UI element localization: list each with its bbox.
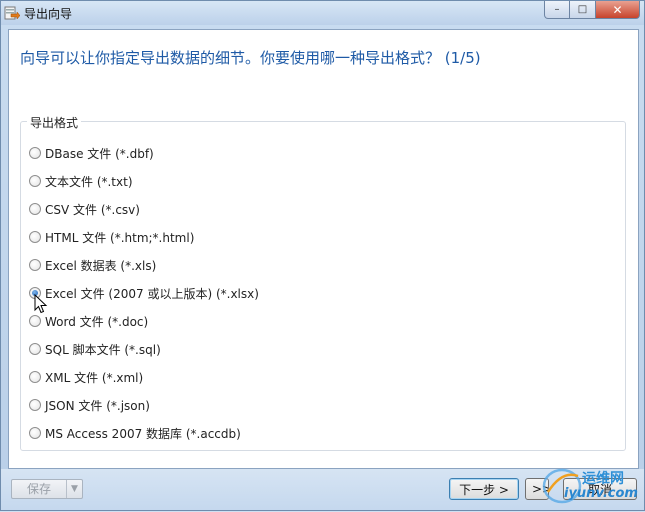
- title-bar[interactable]: 导出向导 – □ ✕: [1, 1, 644, 25]
- format-option[interactable]: 文本文件 (*.txt): [29, 167, 259, 195]
- radio-button[interactable]: [29, 427, 41, 439]
- format-option[interactable]: DBase 文件 (*.dbf): [29, 139, 259, 167]
- format-option-label: Excel 文件 (2007 或以上版本) (*.xlsx): [45, 286, 259, 301]
- format-option-label: Excel 数据表 (*.xls): [45, 258, 157, 273]
- export-wizard-window: 导出向导 – □ ✕ 向导可以让你指定导出数据的细节。你要使用哪一种导出格式？ …: [0, 0, 645, 511]
- format-option-label: CSV 文件 (*.csv): [45, 202, 140, 217]
- wizard-content: 向导可以让你指定导出数据的细节。你要使用哪一种导出格式？ (1/5) 导出格式 …: [8, 29, 639, 469]
- format-option[interactable]: JSON 文件 (*.json): [29, 391, 259, 419]
- chevron-down-icon[interactable]: ▼: [67, 484, 82, 494]
- format-option-label: MS Access 2007 数据库 (*.accdb): [45, 426, 241, 441]
- radio-button[interactable]: [29, 259, 41, 271]
- format-option-label: XML 文件 (*.xml): [45, 370, 144, 385]
- radio-button[interactable]: [29, 371, 41, 383]
- format-option[interactable]: SQL 脚本文件 (*.sql): [29, 335, 259, 363]
- next-button[interactable]: 下一步 >: [449, 478, 519, 500]
- radio-button[interactable]: [29, 147, 41, 159]
- mouse-cursor-icon: [34, 294, 48, 314]
- maximize-icon: □: [577, 4, 588, 15]
- radio-button[interactable]: [29, 343, 41, 355]
- format-option-label: JSON 文件 (*.json): [45, 398, 150, 413]
- save-button-label: 保存: [12, 480, 67, 498]
- format-option-label: 文本文件 (*.txt): [45, 174, 133, 189]
- format-option[interactable]: HTML 文件 (*.htm;*.html): [29, 223, 259, 251]
- minimize-icon: –: [554, 4, 560, 15]
- wizard-heading: 向导可以让你指定导出数据的细节。你要使用哪一种导出格式？ (1/5): [20, 49, 481, 67]
- format-option[interactable]: Excel 数据表 (*.xls): [29, 251, 259, 279]
- radio-button[interactable]: [29, 175, 41, 187]
- watermark-text-cn: 运维网: [582, 471, 624, 487]
- format-option-label: HTML 文件 (*.htm;*.html): [45, 230, 195, 245]
- caption-buttons: – □ ✕: [544, 1, 640, 21]
- window-title: 导出向导: [24, 7, 73, 21]
- watermark: 运维网 iyunv.com: [538, 460, 645, 512]
- close-icon: ✕: [612, 2, 623, 17]
- minimize-button[interactable]: –: [544, 1, 570, 19]
- export-wizard-icon: [4, 6, 20, 20]
- format-option[interactable]: Word 文件 (*.doc): [29, 307, 259, 335]
- export-format-group: 导出格式 DBase 文件 (*.dbf) 文本文件 (*.txt) CSV 文件 …: [20, 114, 626, 451]
- close-button[interactable]: ✕: [596, 1, 640, 19]
- radio-button[interactable]: [29, 315, 41, 327]
- radio-button[interactable]: [29, 231, 41, 243]
- radio-button[interactable]: [29, 203, 41, 215]
- maximize-button[interactable]: □: [570, 1, 596, 19]
- save-button[interactable]: 保存 ▼: [11, 479, 83, 499]
- format-option[interactable]: CSV 文件 (*.csv): [29, 195, 259, 223]
- format-option-label: SQL 脚本文件 (*.sql): [45, 342, 161, 357]
- format-option[interactable]: XML 文件 (*.xml): [29, 363, 259, 391]
- format-option[interactable]: Excel 文件 (2007 或以上版本) (*.xlsx): [29, 279, 259, 307]
- watermark-text-en: iyunv.com: [564, 486, 638, 501]
- format-option-label: Word 文件 (*.doc): [45, 314, 149, 329]
- format-options: DBase 文件 (*.dbf) 文本文件 (*.txt) CSV 文件 (*.cs…: [29, 139, 259, 447]
- format-option-label: DBase 文件 (*.dbf): [45, 146, 154, 161]
- radio-button[interactable]: [29, 399, 41, 411]
- group-label: 导出格式: [27, 114, 82, 131]
- format-option[interactable]: MS Access 2007 数据库 (*.accdb): [29, 419, 259, 447]
